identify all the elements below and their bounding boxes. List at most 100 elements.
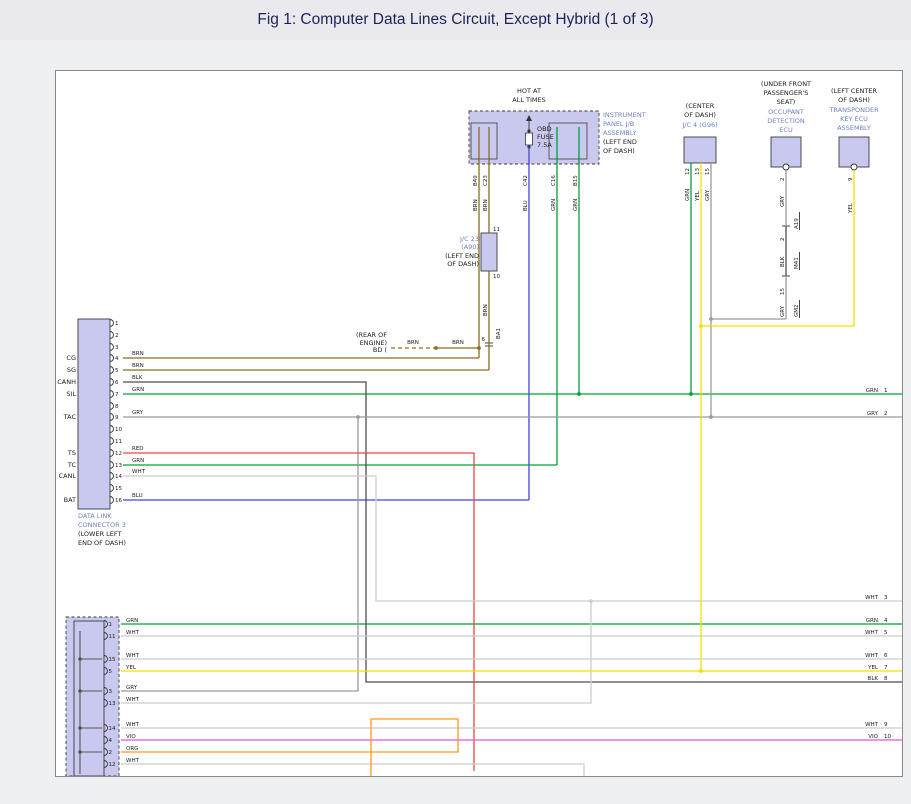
dlc3-box: [78, 319, 110, 509]
dlc3-pin: [110, 332, 114, 339]
jc4-pin-2-num: 13: [695, 168, 701, 175]
ba1-connector-label: BA1: [496, 328, 502, 339]
dlc3-pin-num: 1: [115, 321, 119, 327]
dlc3-wirecolor-bat: BLU: [132, 493, 143, 499]
jc23-name: J/C 23: [459, 235, 479, 243]
jb-pin-c23: C23: [483, 175, 489, 186]
dlc3-pin: [110, 320, 114, 327]
bd-splice: (REAR OF ENGINE) BD ( BRN BRN: [356, 331, 464, 354]
junction-dot-cg: [477, 346, 481, 350]
bottom-wirecolor: WHT: [126, 653, 140, 659]
bottom-wirecolor: ORG: [126, 746, 138, 752]
bottom-pin-num: 3: [109, 689, 113, 695]
junction-connector-23: J/C 23 (A90) (LEFT END OF DASH) 11 10 BR…: [445, 227, 502, 346]
jc4-pin-1-color: GRN: [685, 189, 691, 201]
jc23-location-2: OF DASH): [447, 260, 479, 268]
ba1-pin-number: 6: [482, 337, 486, 343]
dlc3-wirecolor-sil: GRN: [132, 387, 144, 393]
bottom-pin-num: 11: [109, 634, 116, 640]
bottom-wirecolor: YEL: [125, 665, 137, 671]
bottom-wirecolor: GRN: [126, 618, 138, 624]
edge-number: 6: [884, 653, 888, 659]
edge-number: 1: [884, 388, 888, 394]
junction-dot-tac-bottom: [356, 415, 360, 419]
jc23-pin-top: 11: [493, 227, 500, 233]
junction-dot-sil-jc4: [689, 392, 693, 396]
jc4-name: J/C 4 (G96): [681, 121, 717, 129]
dlc3-wirecolor-ts: RED: [132, 446, 144, 452]
bottom-pin-num: 14: [109, 726, 116, 732]
dlc3-pin-num: 5: [115, 368, 119, 374]
dlc3-pin: [110, 450, 114, 457]
edge-number: 2: [884, 411, 888, 417]
dlc3-pin: [110, 355, 114, 362]
dlc3-signal-canl: CANL: [59, 472, 77, 480]
dlc3-location-2: END OF DASH): [78, 539, 126, 547]
dlc3-pin-num: 10: [115, 427, 122, 433]
edge-wirecolor: GRN: [866, 388, 878, 394]
edge-number: 8: [884, 676, 888, 682]
bd-wirecolor-2: BRN: [452, 340, 464, 346]
dlc3-signal-tac: TAC: [63, 413, 77, 421]
hot-at-label: HOT AT: [517, 87, 541, 95]
bd-location-1: (REAR OF: [356, 331, 387, 339]
figure-title: Fig 1: Computer Data Lines Circuit, Exce…: [257, 11, 653, 29]
occupant-pin2-num: 2: [780, 238, 786, 242]
dlc3-pin: [110, 497, 114, 504]
bottom-pin-num: 12: [109, 762, 116, 768]
jb-location-2: OF DASH): [603, 147, 635, 155]
edge-number: 3: [884, 595, 888, 601]
diagram-canvas: HOT AT ALL TIMES OBD FUSE 7.5A INSTRUMEN…: [55, 70, 903, 777]
jb-location-1: (LEFT END: [603, 138, 637, 146]
dlc3-wirecolor-canl: WHT: [132, 469, 146, 475]
jc23-code: (A90): [461, 243, 479, 251]
dlc3-signal-sg: SG: [67, 366, 76, 374]
figure-title-bar: Fig 1: Computer Data Lines Circuit, Exce…: [0, 0, 911, 40]
dlc3-pin-num: 7: [115, 392, 119, 398]
wires: [121, 127, 902, 776]
dlc3-signal-ts: TS: [67, 449, 76, 457]
jb-inner-block-right: [549, 123, 587, 159]
data-link-connector-3: 1 2 3 4 5 6 7 8 9 10 11 12 13 14 15 16 C…: [57, 319, 145, 547]
occupant-seg1-color: GRY: [780, 195, 786, 207]
bottom-wirecolor: WHT: [126, 697, 140, 703]
jb-pin-b15: B15: [573, 175, 579, 186]
wire-ts: [123, 453, 474, 771]
edge-wirecolor: WHT: [865, 595, 879, 601]
jc4-location-1: (CENTER: [686, 102, 715, 110]
occupant-pin3-num: 15: [780, 288, 786, 295]
dlc3-location-1: (LOWER LEFT: [78, 530, 122, 538]
dlc3-pin: [110, 485, 114, 492]
dlc3-signal-tc: TC: [67, 461, 77, 469]
dlc3-pin: [110, 344, 114, 351]
dlc3-signal-sil: SIL: [66, 390, 76, 398]
jc4-pin-3-num: 15: [705, 168, 711, 175]
occupant-location-1: (UNDER FRONT: [761, 80, 811, 88]
edge-wirecolor: VIO: [868, 734, 878, 740]
bottom-pin-num: 1: [109, 622, 113, 628]
occupant-seg2-color: BLK: [780, 256, 786, 267]
wire-transponder-yel: [701, 170, 854, 326]
jb-wirecolor-5: GRN: [573, 199, 579, 211]
bottom-wirecolor: VIO: [126, 734, 136, 740]
bottom-wirecolor: WHT: [126, 630, 140, 636]
transponder-pin-terminal: [851, 164, 857, 170]
junction-connector-4: (CENTER OF DASH) J/C 4 (G96) 12 13 15 GR…: [681, 102, 717, 202]
edge-number: 7: [884, 665, 888, 671]
edge-wirecolor: GRY: [867, 411, 879, 417]
dlc3-signal-bat: BAT: [64, 496, 76, 504]
jc23-location-1: (LEFT END: [445, 252, 479, 260]
dlc3-name-1: DATA LINK: [78, 512, 112, 520]
all-times-label: ALL TIMES: [512, 96, 545, 104]
dlc3-pin-num: 16: [115, 498, 122, 504]
occupant-pin-num: 2: [780, 178, 786, 182]
dlc3-signal-cg: CG: [66, 354, 76, 362]
dlc3-wirecolor-canh: BLK: [132, 375, 143, 381]
occupant-location-2: PASSENGER'S: [764, 89, 809, 97]
jc23-wirecolor: BRN: [483, 304, 489, 316]
jb-pin-c42: C42: [523, 175, 529, 186]
occupant-box: [771, 137, 801, 167]
bus-junction-dot: [78, 657, 82, 661]
dlc3-pin-num: 3: [115, 345, 119, 351]
jb-wirecolor-2: BRN: [483, 199, 489, 211]
